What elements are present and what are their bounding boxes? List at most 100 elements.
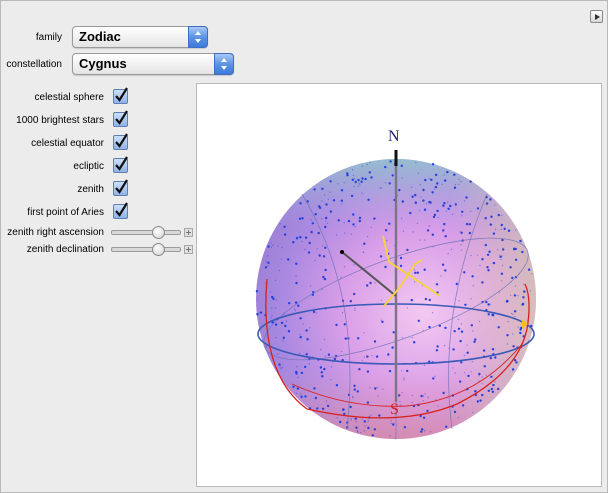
checkmark-icon xyxy=(115,133,128,148)
star-point xyxy=(441,183,443,185)
star-point xyxy=(284,324,287,328)
star-point xyxy=(267,265,269,267)
star-point xyxy=(353,185,355,188)
star-point xyxy=(463,271,466,274)
star-point xyxy=(423,364,426,367)
star-point xyxy=(259,311,263,314)
checkbox-ecliptic[interactable] xyxy=(113,156,128,173)
star-point xyxy=(451,213,454,215)
slider-zenith-right-ascension[interactable] xyxy=(111,230,181,235)
star-point xyxy=(352,223,355,226)
star-point xyxy=(265,346,268,348)
checkbox-label-1000-brightest-stars: 1000 brightest stars xyxy=(16,115,104,126)
star-point xyxy=(442,391,445,395)
star-point xyxy=(267,261,270,264)
star-point xyxy=(517,295,519,297)
star-point xyxy=(298,217,302,220)
star-point xyxy=(509,266,512,269)
star-point xyxy=(363,356,366,358)
star-point xyxy=(442,229,445,232)
star-point xyxy=(467,374,470,378)
star-point xyxy=(478,320,481,323)
star-point xyxy=(479,399,482,402)
star-point xyxy=(352,174,355,177)
slider-options-button[interactable] xyxy=(184,228,193,237)
star-point xyxy=(343,266,346,268)
star-point xyxy=(299,317,302,320)
star-point xyxy=(427,396,429,399)
checkbox-celestial-sphere[interactable] xyxy=(113,87,128,104)
star-point xyxy=(468,223,472,226)
star-point xyxy=(278,363,281,366)
checkbox-celestial-equator[interactable] xyxy=(113,133,128,150)
star-point xyxy=(476,400,479,403)
family-popup[interactable]: Zodiac xyxy=(72,26,208,48)
star-point xyxy=(350,417,353,420)
panel-options-button[interactable] xyxy=(590,10,603,23)
star-point xyxy=(415,161,417,164)
star-point xyxy=(282,336,285,339)
star-point xyxy=(366,284,369,287)
star-point xyxy=(353,292,356,296)
star-point xyxy=(418,210,421,212)
slider-zenith-declination[interactable] xyxy=(111,247,181,252)
star-point xyxy=(304,236,308,239)
star-point xyxy=(343,412,346,416)
star-point xyxy=(335,384,339,387)
constellation-popup[interactable]: Cygnus xyxy=(72,53,234,75)
star-point xyxy=(384,265,387,269)
star-point xyxy=(485,300,488,304)
star-point xyxy=(447,201,449,203)
star-point xyxy=(420,196,422,198)
star-point xyxy=(487,389,490,392)
celestial-sphere-graphic[interactable]: N S xyxy=(196,83,602,487)
star-point xyxy=(279,223,281,225)
star-point xyxy=(279,366,281,368)
star-point xyxy=(393,262,395,264)
star-point xyxy=(298,352,301,354)
slider-thumb-zenith-right-ascension[interactable] xyxy=(152,226,166,239)
star-point xyxy=(363,430,366,432)
star-point xyxy=(481,376,483,378)
star-point xyxy=(299,336,302,339)
star-point xyxy=(388,182,391,185)
star-point xyxy=(361,192,363,194)
star-point xyxy=(367,426,370,430)
celestial-sphere-plot: N S xyxy=(255,128,536,440)
star-point xyxy=(343,221,345,224)
checkbox-zenith[interactable] xyxy=(113,179,128,196)
star-point xyxy=(443,202,446,205)
star-point xyxy=(339,420,342,424)
star-point xyxy=(278,269,280,272)
star-point xyxy=(414,281,416,283)
star-point xyxy=(451,367,454,369)
star-point xyxy=(399,256,403,260)
star-point xyxy=(374,282,376,284)
star-point xyxy=(497,213,500,217)
star-point xyxy=(274,307,277,309)
star-point xyxy=(390,420,392,422)
star-point xyxy=(325,216,328,220)
slider-options-button[interactable] xyxy=(184,245,193,254)
star-point xyxy=(304,365,307,369)
star-point xyxy=(417,172,420,174)
star-point xyxy=(369,161,371,164)
star-point xyxy=(487,313,490,316)
checkbox-first-point-of-aries[interactable] xyxy=(113,202,128,219)
star-point xyxy=(323,277,327,281)
star-point xyxy=(490,387,493,391)
star-point xyxy=(295,372,298,375)
star-point xyxy=(329,180,332,183)
star-point xyxy=(413,269,416,271)
slider-thumb-zenith-declination[interactable] xyxy=(152,243,166,256)
checkbox-1000-brightest-stars[interactable] xyxy=(113,110,128,127)
popup-arrows-icon xyxy=(214,53,234,75)
star-point xyxy=(300,371,304,375)
star-point xyxy=(359,431,362,434)
star-point xyxy=(340,199,343,202)
star-point xyxy=(309,327,311,329)
star-point xyxy=(256,312,259,316)
star-point xyxy=(517,326,519,328)
star-point xyxy=(440,275,442,277)
star-point xyxy=(422,395,425,397)
